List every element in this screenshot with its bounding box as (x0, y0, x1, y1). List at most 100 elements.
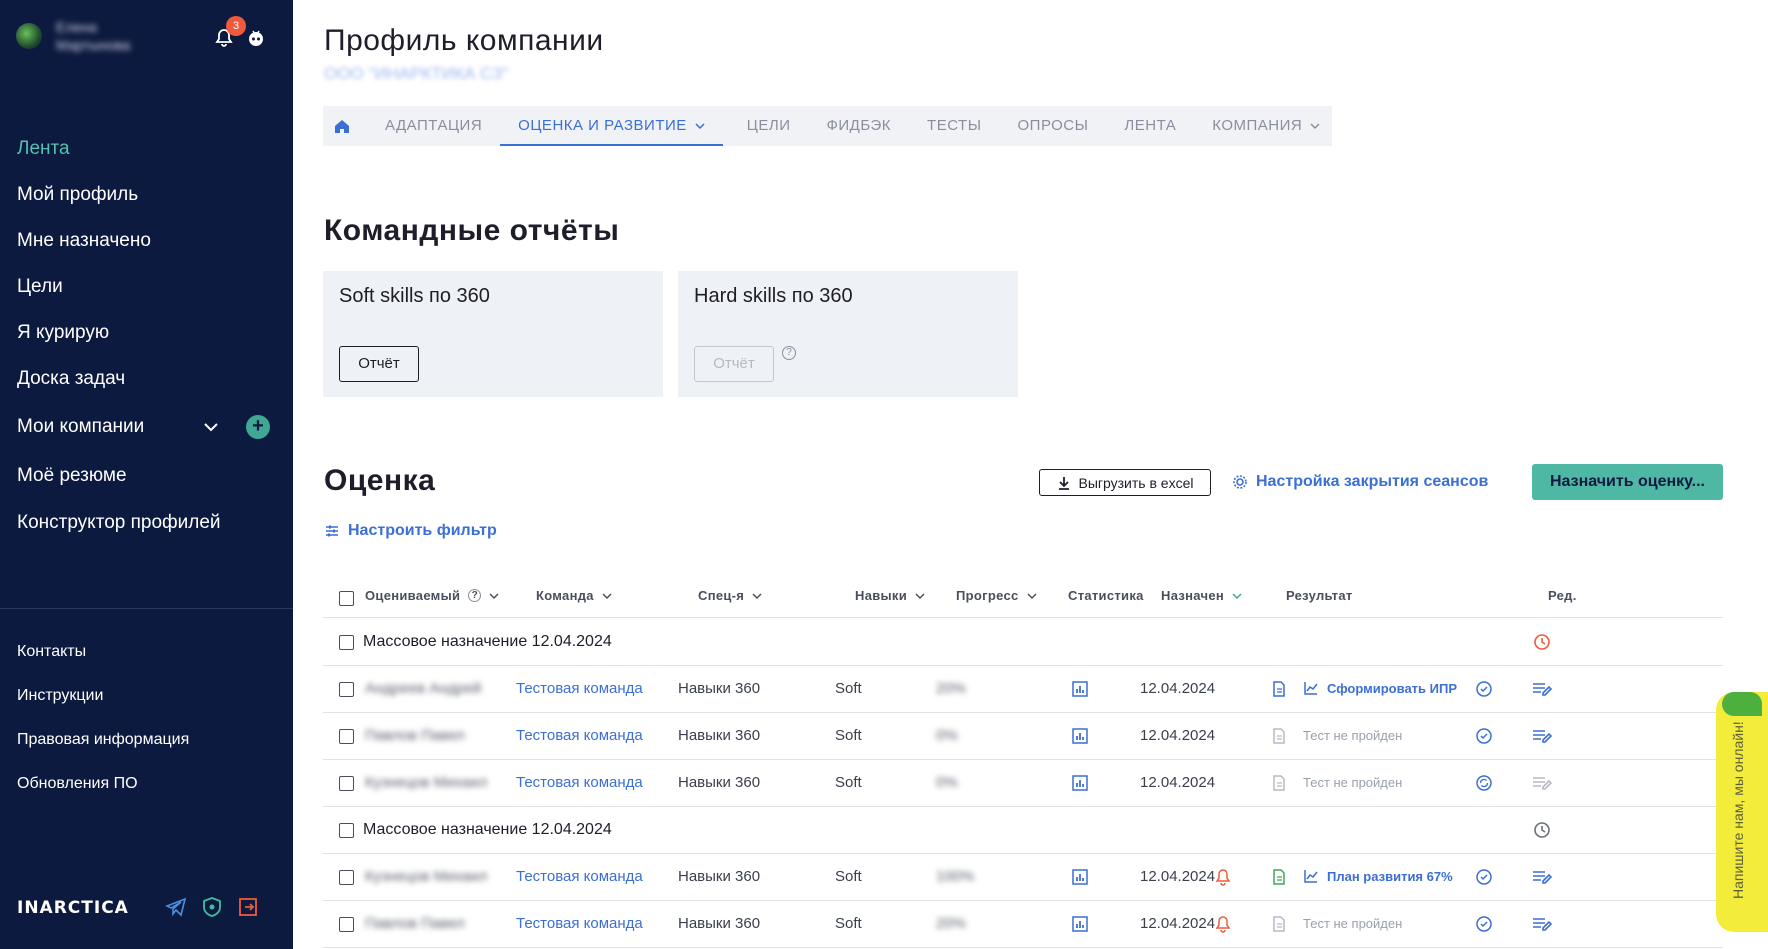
table-row[interactable]: Андреев Андрей Тестовая команда Навыки 3… (323, 666, 1723, 713)
skills-cell: Soft (835, 727, 862, 744)
row-checkbox[interactable] (339, 729, 354, 744)
table-row[interactable]: Павлов Павел Тестовая команда Навыки 360… (323, 901, 1723, 948)
edit-icon[interactable] (1531, 680, 1553, 698)
statistics-icon[interactable] (1071, 727, 1089, 745)
col-assigned[interactable]: Назначен (1161, 588, 1242, 603)
nav-item-contacts[interactable]: Контакты (17, 630, 189, 674)
logout-icon[interactable] (237, 896, 259, 918)
col-edit: Ред. (1548, 588, 1577, 603)
assessee-name[interactable]: Павлов Павел (365, 727, 465, 744)
team-link[interactable]: Тестовая команда (516, 868, 643, 885)
nav-item-updates[interactable]: Обновления ПО (17, 762, 189, 806)
tab-tests[interactable]: ТЕСТЫ (909, 106, 999, 146)
tab-home[interactable] (323, 106, 367, 146)
row-checkbox[interactable] (339, 682, 354, 697)
session-settings-button[interactable]: Настройка закрытия сеансов (1232, 473, 1488, 491)
bot-icon[interactable] (246, 28, 266, 48)
nav-item-instructions[interactable]: Инструкции (17, 674, 189, 718)
check-circle-icon[interactable] (1475, 868, 1493, 886)
assigned-date: 12.04.2024 (1140, 774, 1216, 791)
result-text: Тест не пройден (1303, 728, 1403, 743)
assessee-name[interactable]: Павлов Павел (365, 915, 465, 932)
progress-cell: 0% (936, 774, 958, 791)
nav-item-my-companies[interactable]: Мои компании + (17, 402, 270, 452)
document-icon[interactable] (1270, 680, 1288, 698)
team-link[interactable]: Тестовая команда (516, 727, 643, 744)
nav-item-legal[interactable]: Правовая информация (17, 718, 189, 762)
filter-button[interactable]: Настроить фильтр (324, 522, 497, 540)
chevron-down-icon (752, 592, 762, 599)
team-link[interactable]: Тестовая команда (516, 680, 643, 697)
select-all-checkbox[interactable] (339, 591, 354, 606)
table-row[interactable]: Кузнецов Михаил Тестовая команда Навыки … (323, 760, 1723, 807)
tab-feedback[interactable]: ФИДБЭК (809, 106, 910, 146)
statistics-icon[interactable] (1071, 680, 1089, 698)
help-icon[interactable]: ? (468, 589, 482, 602)
nav-item-my-profile[interactable]: Мой профиль (17, 172, 221, 218)
row-checkbox[interactable] (339, 870, 354, 885)
assessee-name[interactable]: Кузнецов Михаил (365, 774, 487, 791)
result-link[interactable]: План развития 67% (1303, 868, 1453, 884)
check-circle-icon[interactable] (1475, 727, 1493, 745)
tab-company[interactable]: КОМПАНИЯ (1194, 106, 1338, 146)
export-excel-button[interactable]: Выгрузить в excel (1039, 469, 1211, 496)
report-button[interactable]: Отчёт (339, 346, 419, 382)
tab-goals[interactable]: ЦЕЛИ (729, 106, 809, 146)
home-icon (335, 120, 349, 134)
assessee-name[interactable]: Кузнецов Михаил (365, 868, 487, 885)
assessee-name[interactable]: Андреев Андрей (365, 680, 481, 697)
statistics-icon[interactable] (1071, 774, 1089, 792)
skills-cell: Soft (835, 680, 862, 697)
result-link[interactable]: Сформировать ИПР (1303, 680, 1457, 696)
document-icon[interactable] (1270, 868, 1288, 886)
statistics-icon[interactable] (1071, 868, 1089, 886)
row-checkbox[interactable] (339, 776, 354, 791)
edit-icon[interactable] (1531, 868, 1553, 886)
edit-icon[interactable] (1531, 915, 1553, 933)
chevron-down-icon (489, 592, 499, 599)
nav-item-resume[interactable]: Моё резюме (17, 452, 221, 500)
tab-surveys[interactable]: ОПРОСЫ (1000, 106, 1107, 146)
user-block[interactable]: Елена Мартынова (16, 18, 156, 54)
team-link[interactable]: Тестовая команда (516, 915, 643, 932)
telegram-icon[interactable] (165, 896, 187, 918)
col-team[interactable]: Команда (536, 588, 612, 603)
group-checkbox[interactable] (339, 635, 354, 650)
assign-assessment-button[interactable]: Назначить оценку... (1532, 464, 1723, 500)
edit-icon[interactable] (1531, 727, 1553, 745)
nav-item-profile-builder[interactable]: Конструктор профилей (17, 500, 221, 546)
download-icon (1058, 476, 1069, 490)
bell-warning-icon (1216, 869, 1230, 886)
check-circle-icon[interactable] (1475, 915, 1493, 933)
check-circle-icon[interactable] (1475, 680, 1493, 698)
tab-adaptation[interactable]: АДАПТАЦИЯ (367, 106, 500, 146)
col-spec[interactable]: Спец-я (698, 588, 762, 603)
shield-icon[interactable] (201, 896, 223, 918)
progress-cell: 20% (936, 680, 967, 697)
tab-feed[interactable]: ЛЕНТА (1106, 106, 1194, 146)
team-link[interactable]: Тестовая команда (516, 774, 643, 791)
chevron-down-icon[interactable] (199, 415, 223, 439)
avatar[interactable] (16, 23, 42, 49)
col-skills[interactable]: Навыки (855, 588, 925, 603)
col-progress[interactable]: Прогресс (956, 588, 1037, 603)
nav-item-curate[interactable]: Я курирую (17, 310, 221, 356)
help-icon[interactable]: ? (782, 346, 796, 360)
nav-item-task-board[interactable]: Доска задач (17, 356, 221, 402)
sidebar-footer-icons (165, 896, 259, 918)
add-company-button[interactable]: + (246, 415, 270, 439)
nav-item-goals[interactable]: Цели (17, 264, 221, 310)
tab-assessment[interactable]: ОЦЕНКА И РАЗВИТИЕ (500, 106, 723, 146)
statistics-icon[interactable] (1071, 915, 1089, 933)
nav-item-assigned[interactable]: Мне назначено (17, 218, 221, 264)
table-row[interactable]: Кузнецов Михаил Тестовая команда Навыки … (323, 854, 1723, 901)
col-assessee[interactable]: Оцениваемый? (365, 588, 499, 603)
assessment-title: Оценка (324, 464, 436, 497)
result-text: Тест не пройден (1303, 916, 1403, 931)
chat-label[interactable]: Напишите нам, мы онлайн! (1730, 700, 1746, 920)
group-checkbox[interactable] (339, 823, 354, 838)
table-row[interactable]: Павлов Павел Тестовая команда Навыки 360… (323, 713, 1723, 760)
row-checkbox[interactable] (339, 917, 354, 932)
sync-circle-icon[interactable] (1475, 774, 1493, 792)
nav-item-feed[interactable]: Лента (17, 126, 221, 172)
